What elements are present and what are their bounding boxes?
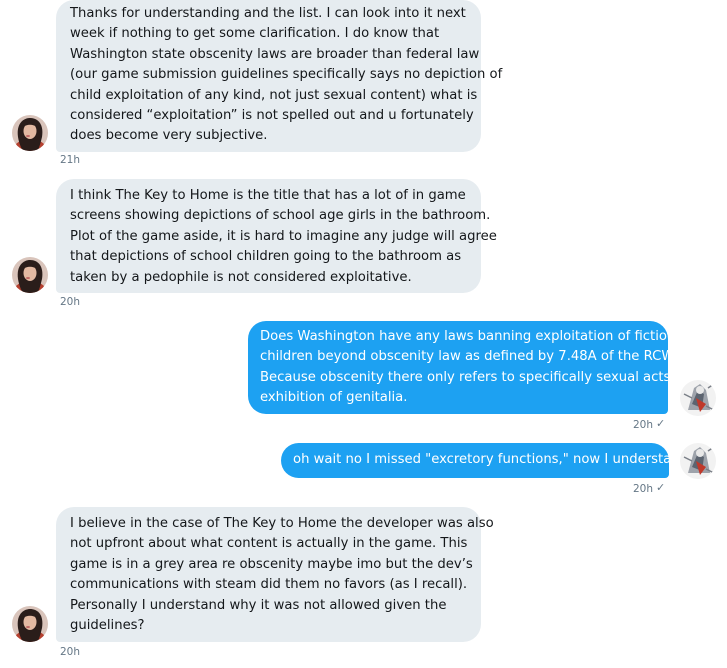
timestamp: 20h xyxy=(633,483,654,495)
message-text-line: Washington state obscenity laws are broa… xyxy=(70,46,480,62)
message-text-line: communications with steam did them no fa… xyxy=(70,577,468,593)
message-text-line: that depictions of school children going… xyxy=(70,249,462,265)
message-text-line: Because obscenity there only refers to s… xyxy=(260,369,689,385)
message-text-line: I think The Key to Home is the title tha… xyxy=(70,188,466,203)
checkmark-icon: ✓ xyxy=(656,417,666,430)
message-text-line: week if nothing to get some clarificatio… xyxy=(70,26,440,42)
avatar[interactable] xyxy=(12,115,48,151)
message-text-line: does become very subjective. xyxy=(70,128,268,144)
message-text-line: (our game submission guidelines specific… xyxy=(70,67,503,83)
avatar-image xyxy=(12,115,48,151)
message-text-line: Personally I understand why it was not a… xyxy=(70,597,447,613)
message-text-line: I believe in the case of The Key to Home… xyxy=(70,516,494,531)
avatar[interactable] xyxy=(680,380,716,416)
message-text-line: guidelines? xyxy=(70,618,145,634)
message-text-line: Thanks for understanding and the list. I… xyxy=(70,6,466,21)
message-text-line: screens showing depictions of school age… xyxy=(70,208,491,224)
message-bubble[interactable]: Does Washington have any laws banning ex… xyxy=(248,321,689,414)
message-text-line: exhibition of genitalia. xyxy=(260,390,408,406)
avatar[interactable] xyxy=(12,257,48,293)
message-text-line: Does Washington have any laws banning ex… xyxy=(260,329,688,344)
avatar-image xyxy=(12,257,48,293)
avatar[interactable] xyxy=(12,606,48,642)
message-text-line: children beyond obscenity law as defined… xyxy=(260,349,682,365)
timestamp: 20h xyxy=(60,646,81,658)
avatar[interactable] xyxy=(680,443,716,479)
checkmark-icon: ✓ xyxy=(656,481,666,494)
message-bubble[interactable]: I think The Key to Home is the title tha… xyxy=(56,179,497,293)
avatar-image xyxy=(680,443,716,479)
avatar-image xyxy=(680,380,716,416)
message-text-line: game is in a grey area re obscenity mayb… xyxy=(70,556,473,572)
timestamp: 21h xyxy=(60,154,81,166)
timestamp: 20h xyxy=(60,296,81,308)
timestamp: 20h xyxy=(633,419,654,431)
message-text-line: considered “exploitation” is not spelled… xyxy=(70,108,474,124)
avatar-image xyxy=(12,606,48,642)
message-text-line: taken by a pedophile is not considered e… xyxy=(70,269,412,285)
message-bubble[interactable]: Thanks for understanding and the list. I… xyxy=(56,0,503,152)
message-text-line: child exploitation of any kind, not just… xyxy=(70,87,478,103)
message-text-line: not upfront about what content is actual… xyxy=(70,536,468,552)
message-text-line: oh wait no I missed "excretory functions… xyxy=(293,452,688,467)
message-bubble[interactable]: I believe in the case of The Key to Home… xyxy=(56,507,494,642)
message-text-line: Plot of the game aside, it is hard to im… xyxy=(70,228,497,244)
message-bubble[interactable]: oh wait no I missed "excretory functions… xyxy=(281,443,688,478)
